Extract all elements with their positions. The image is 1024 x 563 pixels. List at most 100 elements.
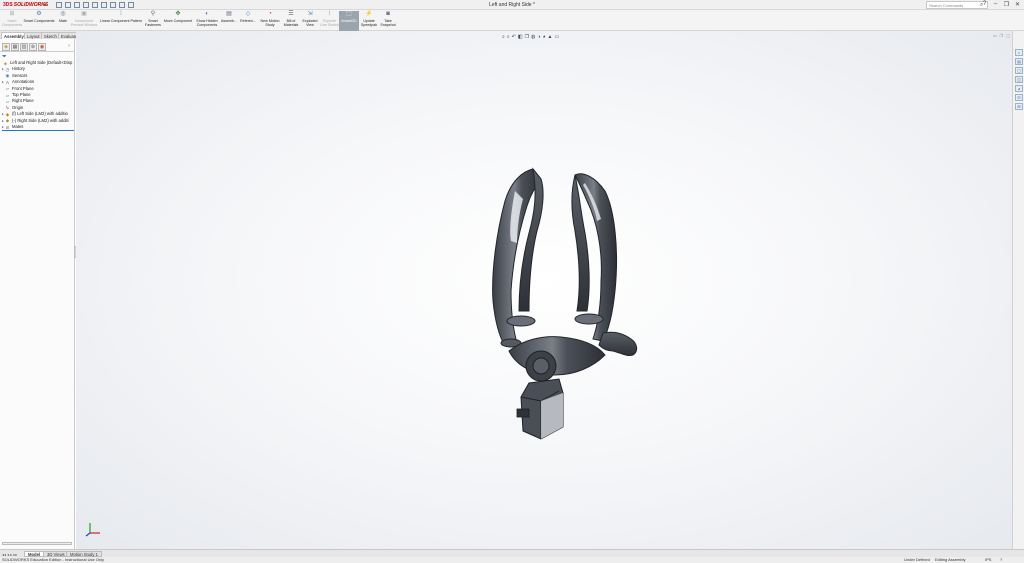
apply-scene-icon[interactable]: ▲ bbox=[547, 34, 552, 40]
viewport-restore-icon[interactable]: ❐ bbox=[1000, 33, 1004, 38]
move-component-icon: ✥ bbox=[175, 11, 181, 17]
file-properties-icon[interactable] bbox=[119, 2, 125, 8]
menu-expand-arrow-icon[interactable]: ▸ bbox=[44, 2, 49, 8]
zoom-to-area-icon[interactable]: ⌕ bbox=[507, 34, 510, 40]
reference-geometry-button[interactable]: ◇ Referen... bbox=[238, 11, 258, 31]
reference-geometry-icon: ◇ bbox=[245, 11, 251, 17]
graphics-area[interactable]: ⌕ ⌕ ↶ ◧ ❒ ◍ ◑ ◕ ▲ ▭ ▭ ❐ ▢ bbox=[76, 31, 1012, 549]
smart-fasteners-label: Smart Fasteners bbox=[145, 19, 161, 27]
configuration-manager-tab-icon[interactable]: ▥ bbox=[20, 43, 28, 51]
assembly-model[interactable] bbox=[471, 161, 641, 441]
smart-fasteners-button[interactable]: ⚲ Smart Fasteners bbox=[144, 11, 162, 31]
bill-of-materials-button[interactable]: ☰ Bill of Materials bbox=[282, 11, 300, 31]
plane-icon: ▱ bbox=[5, 92, 10, 98]
app-logo[interactable]: 3DS SOLIDWORKS bbox=[3, 1, 48, 9]
view-palette-icon[interactable]: ◫ bbox=[1015, 76, 1023, 83]
status-help-icon[interactable]: ? bbox=[1000, 557, 1002, 563]
search-input[interactable]: Search Commands bbox=[929, 3, 980, 8]
select-icon[interactable] bbox=[101, 2, 107, 8]
instant3d-label: Instant3D bbox=[341, 19, 357, 23]
edit-appearance-icon[interactable]: ◕ bbox=[542, 34, 545, 40]
title-bar: 3DS SOLIDWORKS ▸ Left and Right Side * S… bbox=[0, 0, 1024, 10]
part-icon: ◆ bbox=[5, 111, 10, 117]
file-explorer-icon[interactable]: ▢ bbox=[1015, 67, 1023, 74]
section-view-icon[interactable]: ◧ bbox=[518, 34, 523, 40]
solidworks-resources-icon[interactable]: ⌂ bbox=[1015, 49, 1023, 56]
view-settings-icon[interactable]: ▭ bbox=[554, 34, 559, 40]
hide-show-items-icon[interactable]: ◑ bbox=[537, 34, 540, 40]
new-document-icon[interactable] bbox=[56, 2, 62, 8]
appearances-icon[interactable]: ◕ bbox=[1015, 85, 1023, 92]
restore-icon[interactable]: ❐ bbox=[1003, 1, 1010, 8]
exploded-view-label: Exploded View bbox=[302, 19, 318, 27]
display-style-icon[interactable]: ◍ bbox=[531, 34, 535, 40]
take-snapshot-button[interactable]: ◙ Take Snapshot bbox=[379, 11, 397, 31]
search-commands-box[interactable]: Search Commands ⌕ bbox=[926, 1, 988, 9]
feature-manager-panel: ◈ ▦ ▥ ⊕ ◉ › ⏷ ◈ Left and Right Side (Defa… bbox=[0, 39, 75, 549]
insert-components-button[interactable]: ⊞ Insert Components bbox=[2, 11, 22, 31]
new-motion-study-button[interactable]: ◔ New Motion Study bbox=[258, 11, 282, 31]
minimize-icon[interactable]: – bbox=[992, 1, 999, 8]
ds-logo-text: 3DS bbox=[3, 2, 13, 8]
view-orientation-icon[interactable]: ❒ bbox=[525, 34, 529, 40]
previous-view-icon[interactable]: ↶ bbox=[512, 34, 516, 40]
model-tabs-bar: ◂◂ ◂ ▸ ▸▸ Model 3D Views Motion Study 1 bbox=[0, 549, 1024, 557]
viewport-maximize-icon[interactable]: ▢ bbox=[1006, 33, 1010, 38]
tab-layout[interactable]: Layout bbox=[24, 32, 43, 39]
feature-manager-tab-icon[interactable]: ◈ bbox=[2, 43, 10, 51]
command-manager: ⊞ Insert Components ⚙ Smart Components ◎… bbox=[0, 10, 1024, 31]
forum-icon[interactable]: ✉ bbox=[1015, 103, 1023, 110]
assembly-features-label: Assemb... bbox=[221, 19, 237, 23]
property-manager-tab-icon[interactable]: ▦ bbox=[11, 43, 19, 51]
options-gear-icon[interactable] bbox=[128, 2, 134, 8]
move-component-button[interactable]: ✥ Move Component bbox=[162, 11, 194, 31]
speedpak-icon: ⚡ bbox=[365, 11, 373, 17]
rollback-bar[interactable] bbox=[2, 130, 74, 131]
rebuild-icon[interactable] bbox=[110, 2, 116, 8]
instant3d-button[interactable]: ⬚ Instant3D bbox=[339, 11, 359, 31]
show-hidden-icon: ◐ bbox=[205, 11, 209, 17]
insert-component-icon: ⊞ bbox=[9, 11, 15, 17]
display-manager-tab-icon[interactable]: ◉ bbox=[38, 43, 46, 51]
component-preview-window-button[interactable]: ▣ Component Preview Window bbox=[70, 11, 98, 31]
panel-horizontal-scrollbar[interactable] bbox=[2, 542, 72, 545]
assembly-icon: ◈ bbox=[3, 60, 8, 66]
mate-button[interactable]: ◎ Mate bbox=[56, 11, 70, 31]
update-speedpak-label: Update Speedpak bbox=[360, 19, 378, 27]
preview-window-icon: ▣ bbox=[81, 11, 87, 17]
linear-component-pattern-button[interactable]: ⁞ Linear Component Pattern bbox=[98, 11, 144, 31]
viewport-minimize-icon[interactable]: ▭ bbox=[993, 33, 997, 38]
insert-components-label: Insert Components bbox=[1, 19, 23, 27]
close-icon[interactable]: ✕ bbox=[1014, 1, 1021, 8]
assembly-features-button[interactable]: ▤ Assemb... bbox=[220, 11, 238, 31]
update-speedpak-button[interactable]: ⚡ Update Speedpak bbox=[359, 11, 379, 31]
panel-more-arrow-icon[interactable]: › bbox=[65, 43, 73, 51]
plane-icon: ▱ bbox=[5, 86, 10, 92]
save-icon[interactable] bbox=[74, 2, 80, 8]
smart-components-label: Smart Components bbox=[23, 19, 55, 23]
smart-components-button[interactable]: ⚙ Smart Components bbox=[22, 11, 56, 31]
viewport-window-controls: ▭ ❐ ▢ bbox=[993, 33, 1010, 38]
show-hidden-components-button[interactable]: ◐ Show Hidden Components bbox=[194, 11, 220, 31]
unit-system-selector[interactable]: IPS bbox=[985, 557, 991, 563]
custom-properties-icon[interactable]: ☷ bbox=[1015, 94, 1023, 101]
exploded-view-icon: ⇲ bbox=[307, 11, 313, 17]
explode-line-sketch-button[interactable]: ⌇ Explode Line Sketch bbox=[320, 11, 339, 31]
design-library-icon[interactable]: ▤ bbox=[1015, 58, 1023, 65]
z-axis-arrow bbox=[85, 532, 91, 537]
part-icon: ◆ bbox=[5, 118, 10, 124]
help-icon[interactable]: ? bbox=[981, 1, 988, 8]
exploded-view-button[interactable]: ⇲ Exploded View bbox=[300, 11, 320, 31]
status-bar: SOLIDWORKS Education Edition - Instructi… bbox=[0, 557, 1024, 563]
undo-icon[interactable] bbox=[92, 2, 98, 8]
sensor-icon: ◉ bbox=[5, 73, 10, 79]
dimxpert-manager-tab-icon[interactable]: ⊕ bbox=[29, 43, 37, 51]
snapshot-icon: ◙ bbox=[386, 11, 390, 17]
mates-icon: ⊘ bbox=[5, 124, 10, 130]
open-document-icon[interactable] bbox=[65, 2, 71, 8]
tab-sketch[interactable]: Sketch bbox=[41, 32, 60, 39]
heads-up-view-toolbar: ⌕ ⌕ ↶ ◧ ❒ ◍ ◑ ◕ ▲ ▭ bbox=[502, 33, 559, 40]
zoom-to-fit-icon[interactable]: ⌕ bbox=[502, 34, 505, 40]
component-preview-window-label: Component Preview Window bbox=[70, 19, 98, 27]
print-icon[interactable] bbox=[83, 2, 89, 8]
